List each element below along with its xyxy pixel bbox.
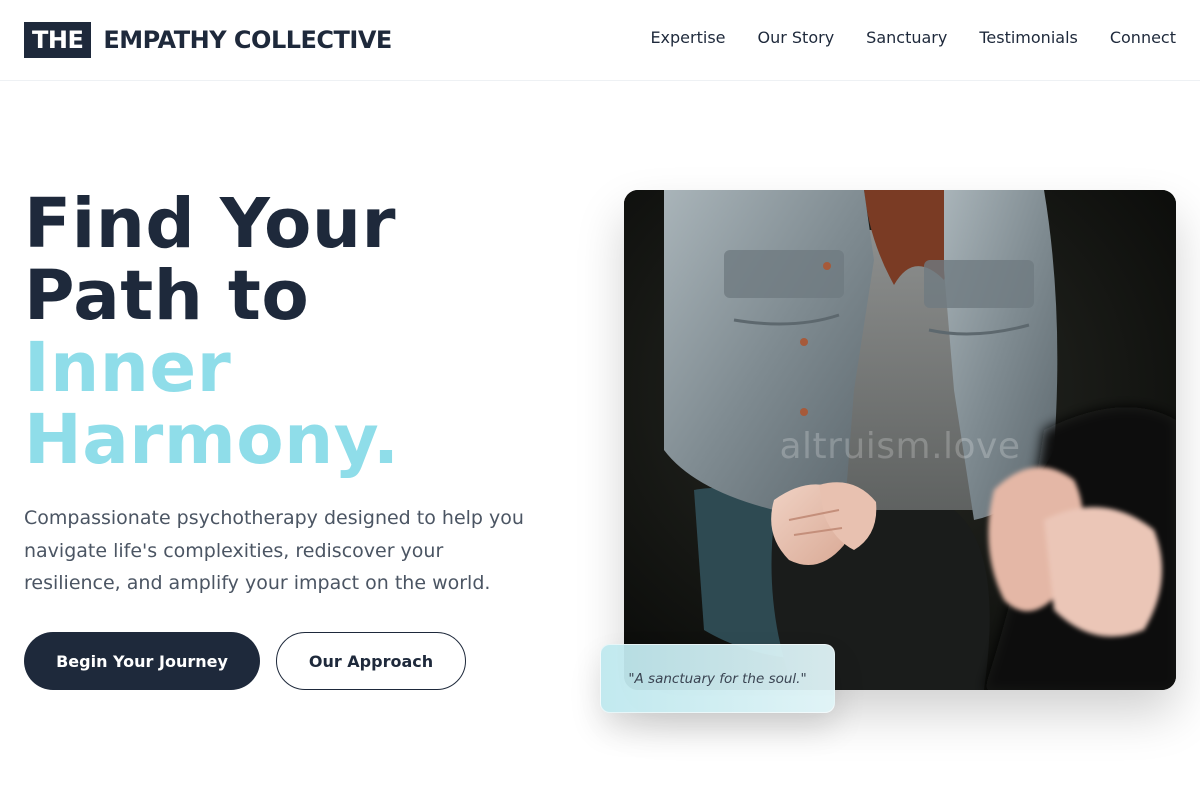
hero-title-line-2: Path to — [24, 256, 310, 336]
nav-link-our-story[interactable]: Our Story — [758, 28, 835, 48]
logo[interactable]: THE EMPATHY COLLECTIVE — [24, 22, 392, 58]
hero-photo: altruism.love — [624, 190, 1176, 690]
hero-title-accent-2: Harmony. — [24, 400, 400, 480]
nav-link-expertise[interactable]: Expertise — [650, 28, 725, 48]
hero-title-accent-1: Inner — [24, 328, 232, 408]
watermark-text: altruism.love — [779, 426, 1021, 467]
main-nav: Expertise Our Story Sanctuary Testimonia… — [650, 28, 1176, 48]
logo-mark: THE — [24, 22, 92, 58]
nav-link-sanctuary[interactable]: Sanctuary — [866, 28, 947, 48]
quote-text: "A sanctuary for the soul." — [628, 670, 807, 687]
our-approach-button[interactable]: Our Approach — [276, 632, 466, 690]
hero-description: Compassionate psychotherapy designed to … — [24, 507, 524, 594]
hero-title: Find Your Path to Inner Harmony. — [24, 188, 584, 476]
logo-text: EMPATHY COLLECTIVE — [103, 26, 392, 54]
nav-link-connect[interactable]: Connect — [1110, 28, 1176, 48]
nav-link-testimonials[interactable]: Testimonials — [979, 28, 1078, 48]
hero-title-line-1: Find Your — [24, 184, 397, 264]
site-header: THE EMPATHY COLLECTIVE Expertise Our Sto… — [0, 0, 1200, 81]
quote-card: "A sanctuary for the soul." — [600, 644, 835, 713]
begin-journey-button[interactable]: Begin Your Journey — [24, 632, 260, 690]
